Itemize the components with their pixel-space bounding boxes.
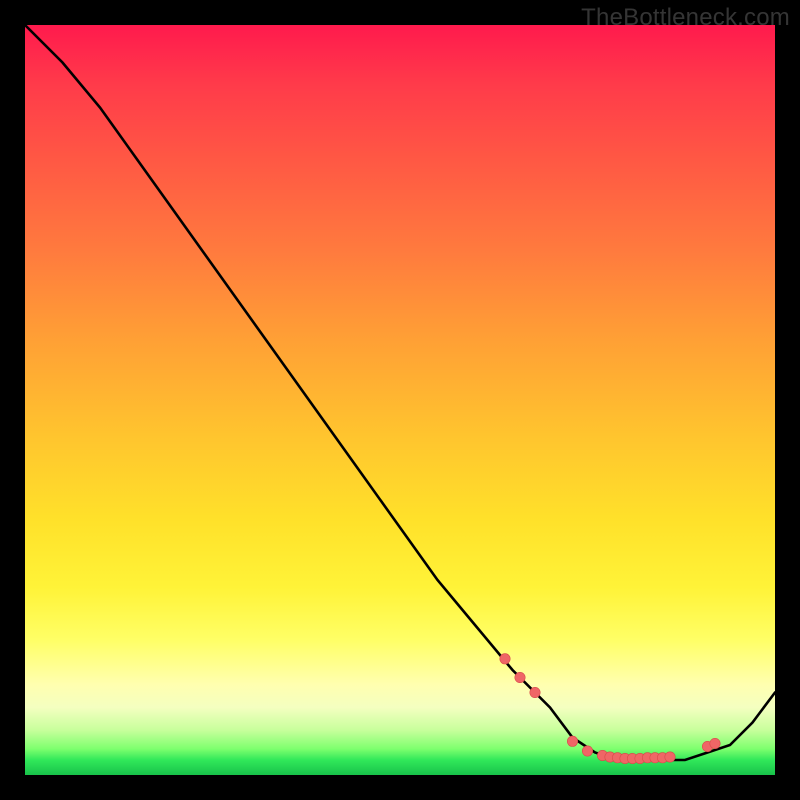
bottleneck-curve (25, 25, 775, 760)
data-point (515, 672, 525, 682)
plot-area (25, 25, 775, 775)
data-point (530, 687, 540, 697)
data-point (582, 746, 592, 756)
watermark-text: TheBottleneck.com (581, 4, 790, 32)
chart-frame: TheBottleneck.com (0, 0, 800, 800)
chart-svg (25, 25, 775, 775)
data-point (500, 654, 510, 664)
data-point (665, 752, 675, 762)
data-point (567, 736, 577, 746)
data-point (710, 738, 720, 748)
data-point-markers (500, 654, 720, 764)
